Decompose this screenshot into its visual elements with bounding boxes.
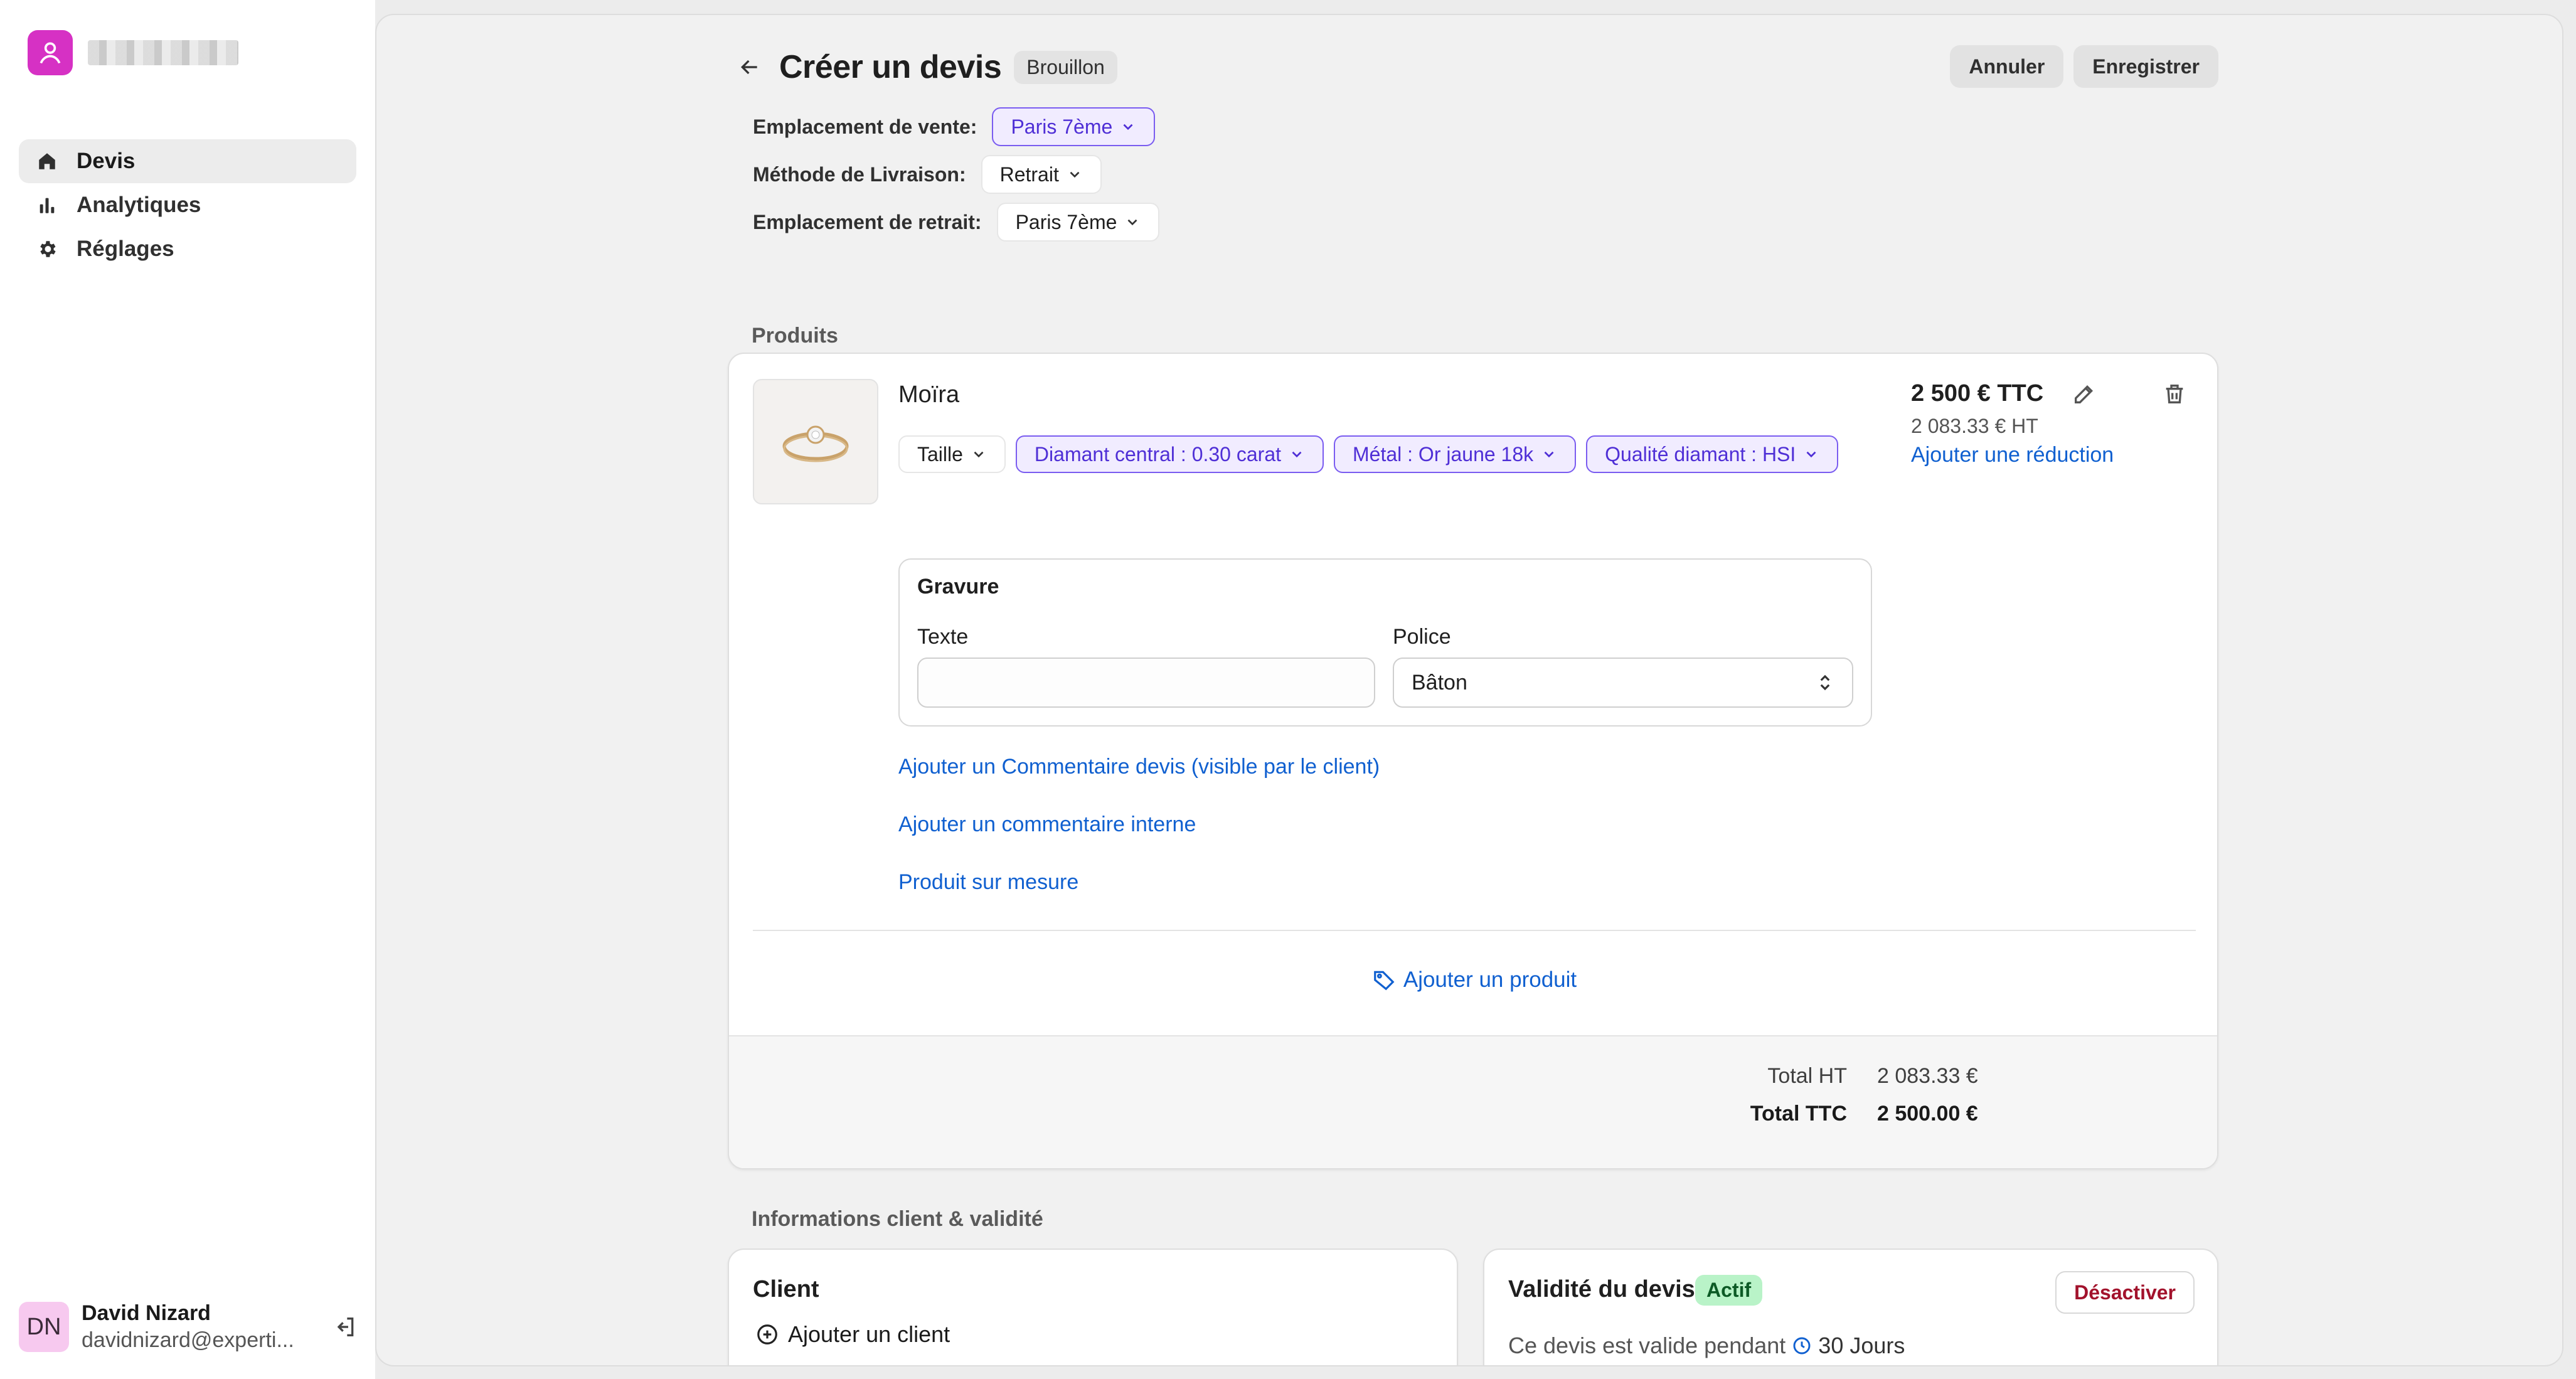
chevron-up-down-icon — [1820, 674, 1830, 691]
validity-title: Validité du devis — [1508, 1276, 1695, 1302]
custom-product-link[interactable]: Produit sur mesure — [898, 863, 1380, 921]
product-thumbnail[interactable] — [753, 379, 878, 504]
divider — [753, 930, 2196, 931]
product-options: Taille Diamant central : 0.30 carat Méta… — [898, 435, 1877, 473]
gear-icon — [40, 241, 56, 257]
option-diamond-select[interactable]: Diamant central : 0.30 carat — [1015, 435, 1324, 473]
product-links: Ajouter un Commentaire devis (visible pa… — [898, 748, 1380, 921]
validity-duration[interactable]: 30 Jours — [1818, 1333, 1905, 1359]
engraving-font-value: Bâton — [1412, 670, 1467, 695]
validity-status-badge: Actif — [1695, 1275, 1763, 1306]
sale-location-select[interactable]: Paris 7ème — [992, 107, 1156, 146]
sidebar-nav: Devis Analytiques Réglages — [19, 139, 356, 271]
product-name: Moïra — [898, 381, 960, 408]
product-card: Moïra Taille Diamant central : 0.30 cara… — [728, 353, 2218, 1169]
bar-chart-icon — [40, 198, 55, 213]
sale-location-value: Paris 7ème — [1011, 115, 1113, 138]
add-client-comment-link[interactable]: Ajouter un Commentaire devis (visible pa… — [898, 748, 1380, 806]
client-title: Client — [753, 1276, 819, 1302]
page-title: Créer un devis — [779, 49, 1002, 85]
deactivate-button[interactable]: Désactiver — [2055, 1271, 2195, 1314]
option-size-select[interactable]: Taille — [898, 435, 1006, 473]
sale-location-label: Emplacement de vente: — [753, 115, 977, 138]
logout-icon[interactable] — [333, 1314, 358, 1339]
total-ttc-label: Total TTC — [1750, 1102, 1847, 1126]
add-internal-comment-link[interactable]: Ajouter un commentaire interne — [898, 806, 1380, 863]
brand[interactable] — [28, 30, 238, 75]
total-ttc-value: 2 500.00 € — [1877, 1102, 1978, 1126]
add-discount-link[interactable]: Ajouter une réduction — [1911, 443, 2114, 467]
option-quality-select[interactable]: Qualité diamant : HSI — [1586, 435, 1839, 473]
brand-logo-icon — [28, 30, 73, 75]
trash-icon[interactable] — [2162, 381, 2187, 407]
option-metal-select[interactable]: Métal : Or jaune 18k — [1334, 435, 1577, 473]
delivery-select[interactable]: Retrait — [981, 155, 1102, 194]
totals: Total HT 2 083.33 € Total TTC 2 500.00 € — [729, 1035, 2217, 1168]
client-card: Client Ajouter un client — [728, 1249, 1458, 1365]
status-badge: Brouillon — [1014, 50, 1117, 84]
page-header: Créer un devis Brouillon Annuler Enregis… — [728, 45, 2218, 89]
total-ht-value: 2 083.33 € — [1877, 1064, 1978, 1088]
validity-text: Ce devis est valide pendant 30 Jours — [1508, 1333, 1905, 1359]
option-label: Qualité diamant : HSI — [1605, 442, 1796, 466]
back-button[interactable] — [734, 51, 765, 83]
pencil-icon[interactable] — [2072, 381, 2097, 407]
add-client-label: Ajouter un client — [788, 1321, 950, 1347]
chevron-down-icon — [1123, 124, 1133, 130]
engraving-panel: Gravure Texte Police Bâton — [898, 558, 1872, 727]
main-panel: Créer un devis Brouillon Annuler Enregis… — [375, 14, 2563, 1366]
chevron-down-icon — [1544, 451, 1554, 458]
sidebar-item-analytiques[interactable]: Analytiques — [19, 183, 356, 227]
cancel-button[interactable]: Annuler — [1950, 45, 2064, 88]
total-ht-label: Total HT — [1767, 1064, 1847, 1088]
arrow-left-icon — [740, 60, 757, 75]
user-email: davidnizard@experti... — [82, 1328, 294, 1352]
sidebar-item-devis[interactable]: Devis — [19, 139, 356, 183]
plus-circle-icon — [757, 1324, 777, 1344]
price-ht: 2 083.33 € HT — [1911, 415, 2038, 437]
user-name: David Nizard — [82, 1301, 211, 1325]
sidebar-item-label: Analytiques — [77, 193, 201, 217]
avatar[interactable]: DN — [19, 1302, 69, 1352]
chevron-down-icon — [1806, 451, 1816, 458]
engraving-font-label: Police — [1393, 625, 1451, 649]
validity-card: Validité du devis Actif Désactiver Ce de… — [1483, 1249, 2218, 1365]
option-label: Taille — [917, 442, 963, 466]
user-profile: DN David Nizard davidnizard@experti... — [19, 1301, 358, 1353]
home-icon — [39, 153, 55, 169]
delivery-label: Méthode de Livraison: — [753, 162, 966, 186]
add-product-label: Ajouter un produit — [1403, 967, 1577, 992]
engraving-title: Gravure — [917, 575, 999, 599]
pickup-label: Emplacement de retrait: — [753, 210, 982, 233]
save-button[interactable]: Enregistrer — [2073, 45, 2218, 88]
pickup-select[interactable]: Paris 7ème — [996, 203, 1160, 242]
option-label: Diamant central : 0.30 carat — [1034, 442, 1281, 466]
engraving-text-input[interactable] — [917, 658, 1375, 708]
tag-plus-icon — [1374, 971, 1395, 991]
chevron-down-icon — [1127, 219, 1137, 226]
client-section-title: Informations client & validité — [752, 1207, 1043, 1231]
ring-image-icon — [782, 425, 849, 462]
engraving-text-label: Texte — [917, 625, 969, 649]
delivery-value: Retrait — [999, 162, 1059, 186]
products-section-title: Produits — [752, 324, 838, 348]
engraving-font-select[interactable]: Bâton — [1393, 658, 1853, 708]
pickup-value: Paris 7ème — [1015, 210, 1117, 233]
quote-meta: Emplacement de vente: Paris 7ème Méthode… — [753, 103, 1160, 246]
brand-name-blurred — [88, 40, 238, 65]
validity-text-label: Ce devis est valide pendant — [1508, 1333, 1786, 1358]
sidebar-item-reglages[interactable]: Réglages — [19, 227, 356, 271]
add-product-button[interactable]: Ajouter un produit — [729, 967, 2217, 993]
chevron-down-icon — [974, 451, 984, 458]
add-client-button[interactable]: Ajouter un client — [755, 1321, 950, 1348]
sidebar: Devis Analytiques Réglages DN David Niza… — [0, 0, 375, 1379]
clock-icon — [1793, 1337, 1811, 1355]
sidebar-item-label: Réglages — [77, 237, 174, 261]
option-label: Métal : Or jaune 18k — [1353, 442, 1534, 466]
sidebar-item-label: Devis — [77, 149, 136, 173]
chevron-down-icon — [1292, 451, 1302, 458]
chevron-down-icon — [1070, 171, 1080, 178]
